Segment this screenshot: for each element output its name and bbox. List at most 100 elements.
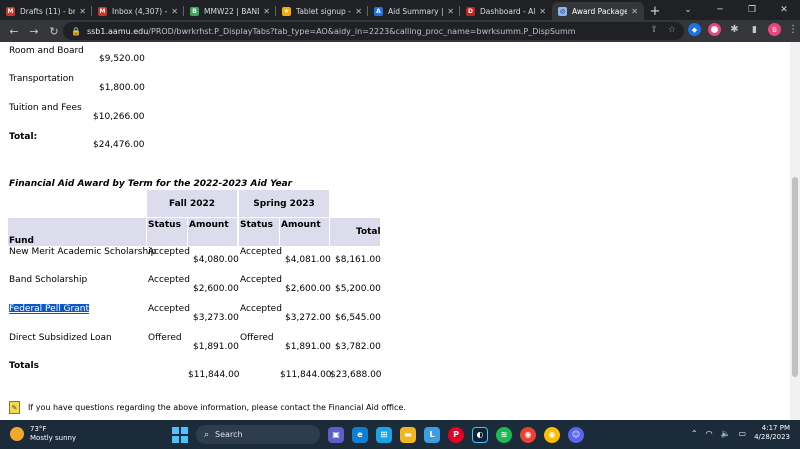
store-icon[interactable]: ⊞ bbox=[376, 426, 392, 443]
file-explorer-icon[interactable]: ▬ bbox=[400, 426, 416, 443]
tab-drafts[interactable]: M Drafts (11) - bre ✕ bbox=[0, 2, 92, 20]
close-window-button[interactable]: ✕ bbox=[768, 5, 800, 15]
address-bar[interactable]: 🔒 ssb1.aamu.edu/PROD/bwrkrhst.P_DisplayT… bbox=[63, 22, 684, 40]
reload-button[interactable]: ↻ bbox=[44, 25, 64, 38]
dashboard-icon: D bbox=[466, 6, 475, 16]
grand-total: $23,688.00 bbox=[330, 370, 382, 380]
clock[interactable]: 4:17 PM 4/28/2023 bbox=[754, 424, 790, 442]
minimize-button[interactable]: ─ bbox=[704, 5, 736, 15]
new-tab-button[interactable]: + bbox=[644, 2, 666, 20]
gmail-icon: M bbox=[6, 6, 15, 16]
transportation-value: $1,800.00 bbox=[99, 83, 145, 93]
close-icon[interactable]: ✕ bbox=[171, 7, 178, 16]
lightshot-icon[interactable]: L bbox=[424, 426, 440, 443]
start-button[interactable] bbox=[172, 426, 188, 443]
discord-icon[interactable]: ☺ bbox=[568, 426, 584, 443]
spring-amount: $4,081.00 bbox=[285, 255, 331, 265]
fall-amount: $1,891.00 bbox=[193, 342, 239, 352]
tab-inbox[interactable]: M Inbox (4,307) - b ✕ bbox=[92, 2, 184, 20]
info-note-icon: ✎ bbox=[9, 401, 20, 414]
scrollbar-thumb[interactable] bbox=[792, 177, 798, 377]
fall-amount: $4,080.00 bbox=[193, 255, 239, 265]
info-notice: ✎ If you have questions regarding the ab… bbox=[9, 401, 406, 414]
tuition-label: Tuition and Fees bbox=[9, 103, 82, 113]
row-total: $3,782.00 bbox=[335, 342, 381, 352]
bookmark-star-icon[interactable]: ☆ bbox=[668, 25, 676, 35]
restore-button[interactable]: ❐ bbox=[736, 5, 768, 15]
clock-date: 4/28/2023 bbox=[754, 433, 790, 441]
weather-widget[interactable]: 73°F Mostly sunny bbox=[10, 425, 76, 443]
spring-amount: $3,272.00 bbox=[285, 313, 331, 323]
tab-label: Award Package 6 bbox=[572, 6, 628, 16]
spring-amount-header: Amount bbox=[280, 218, 329, 246]
term-header-spring: Spring 2023 bbox=[239, 190, 329, 217]
tab-band[interactable]: B MMW22 | BAND ✕ bbox=[184, 2, 276, 20]
tab-label: Tablet signup - M bbox=[296, 6, 351, 16]
taskbar-apps: ⌕ Search ▣ e ⊞ ▬ L P ◐ ≋ ◉ ◉ ☺ bbox=[172, 425, 584, 444]
spring-total: $11,844.00 bbox=[280, 370, 332, 380]
close-icon[interactable]: ✕ bbox=[263, 7, 270, 16]
sun-icon bbox=[10, 427, 24, 441]
window-controls: ⌄ ─ ❐ ✕ bbox=[672, 0, 800, 20]
url-host: ssb1.aamu.edu bbox=[86, 26, 149, 36]
avatar[interactable]: B bbox=[768, 23, 781, 36]
extension-icon[interactable]: ◆ bbox=[688, 23, 701, 36]
spring-amount: $1,891.00 bbox=[285, 342, 331, 352]
back-button[interactable]: ← bbox=[4, 25, 24, 38]
spring-amount: $2,600.00 bbox=[285, 284, 331, 294]
menu-icon[interactable]: ⋮ bbox=[788, 24, 798, 35]
extension-icon[interactable] bbox=[708, 23, 721, 36]
close-icon[interactable]: ✕ bbox=[447, 7, 454, 16]
close-icon[interactable]: ✕ bbox=[79, 7, 86, 16]
clock-time: 4:17 PM bbox=[761, 424, 790, 432]
speaker-icon[interactable]: 🔈 bbox=[721, 429, 731, 438]
forward-button[interactable]: → bbox=[24, 25, 44, 38]
tuition-value: $10,266.00 bbox=[93, 112, 145, 122]
tab-dashboard[interactable]: D Dashboard - Ala ✕ bbox=[460, 2, 552, 20]
chrome-icon[interactable]: ◉ bbox=[520, 426, 536, 443]
taskbar-search[interactable]: ⌕ Search bbox=[196, 425, 320, 444]
lock-icon[interactable]: 🔒 bbox=[71, 27, 81, 36]
tab-label: Drafts (11) - bre bbox=[20, 6, 76, 16]
close-icon[interactable]: ✕ bbox=[539, 7, 546, 16]
url-text[interactable]: ssb1.aamu.edu/PROD/bwrkrhst.P_DisplayTab… bbox=[87, 27, 576, 36]
fall-total: $11,844.00 bbox=[188, 370, 240, 380]
side-panel-icon[interactable]: ▮ bbox=[748, 23, 761, 36]
fall-status: Offered bbox=[148, 333, 182, 343]
fall-status-header: Status bbox=[147, 218, 187, 246]
chrome-profile-icon[interactable]: ◉ bbox=[544, 426, 560, 443]
edge-icon[interactable]: e bbox=[352, 426, 368, 443]
browser-tab-strip: M Drafts (11) - bre ✕ M Inbox (4,307) - … bbox=[0, 0, 800, 20]
puzzle-icon[interactable]: ✱ bbox=[728, 23, 741, 36]
wifi-icon[interactable]: ◠ bbox=[706, 429, 713, 438]
fund-name-selected[interactable]: Federal Pell Grant bbox=[9, 304, 89, 314]
battery-icon[interactable]: ▭ bbox=[739, 429, 747, 438]
aid-award-title: Financial Aid Award by Term for the 2022… bbox=[9, 179, 293, 189]
pinterest-icon[interactable]: P bbox=[448, 426, 464, 443]
gmail-icon: M bbox=[98, 6, 107, 16]
close-icon[interactable]: ✕ bbox=[631, 7, 638, 16]
search-icon: ⌕ bbox=[204, 429, 210, 440]
tab-label: Dashboard - Ala bbox=[480, 6, 536, 16]
fall-status: Accepted bbox=[148, 275, 190, 285]
tab-award-package[interactable]: ◎ Award Package 6 ✕ bbox=[552, 2, 644, 20]
row-total: $8,161.00 bbox=[335, 255, 381, 265]
page-content: Room and Board $9,520.00 Transportation … bbox=[0, 42, 790, 420]
app-icon[interactable]: ◐ bbox=[472, 426, 488, 443]
teams-icon[interactable]: ▣ bbox=[328, 426, 344, 443]
row-total: $5,200.00 bbox=[335, 284, 381, 294]
fall-amount: $3,273.00 bbox=[193, 313, 239, 323]
tab-tablet-signup[interactable]: ★ Tablet signup - M ✕ bbox=[276, 2, 368, 20]
globe-icon: ◎ bbox=[558, 6, 567, 16]
page-scrollbar[interactable] bbox=[790, 42, 800, 420]
chevron-up-icon[interactable]: ⌃ bbox=[691, 429, 698, 438]
tab-aid-summary[interactable]: A Aid Summary | G ✕ bbox=[368, 2, 460, 20]
chevron-down-icon[interactable]: ⌄ bbox=[672, 5, 704, 15]
spotify-icon[interactable]: ≋ bbox=[496, 426, 512, 443]
aamu-icon: A bbox=[374, 6, 383, 16]
close-icon[interactable]: ✕ bbox=[355, 7, 362, 16]
share-icon[interactable]: ⇪ bbox=[650, 25, 658, 35]
spring-status: Offered bbox=[240, 333, 274, 343]
spring-status: Accepted bbox=[240, 304, 282, 314]
row-total: $6,545.00 bbox=[335, 313, 381, 323]
